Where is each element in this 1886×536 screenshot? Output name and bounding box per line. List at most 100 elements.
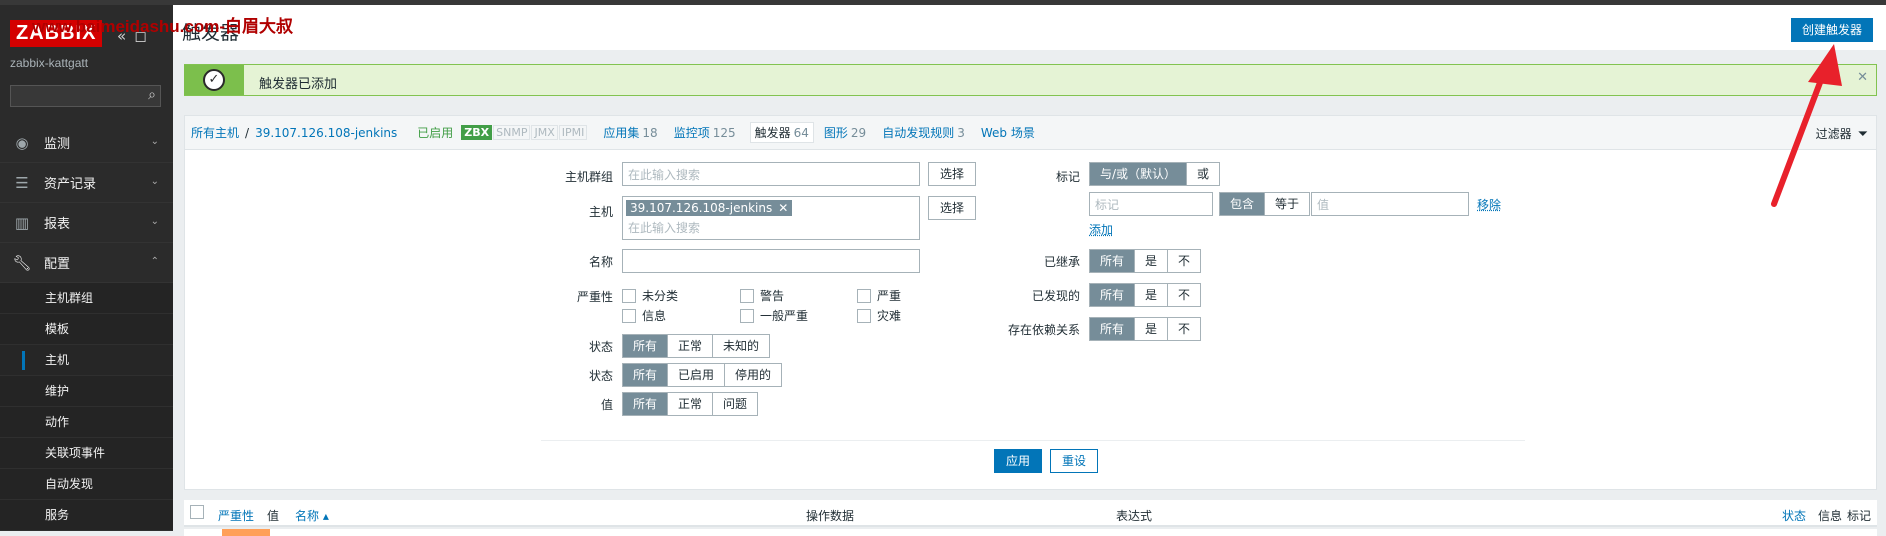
checkbox[interactable] <box>857 288 871 303</box>
submenu-item-host-groups[interactable]: 主机群组 <box>0 283 173 314</box>
severity-warning-checkbox[interactable]: 警告 <box>740 287 784 304</box>
severity-disaster-checkbox[interactable]: 灾难 <box>857 307 901 324</box>
add-tag-link[interactable]: 添加 <box>1089 221 1113 238</box>
checkbox-label: 警告 <box>760 289 785 303</box>
checkbox[interactable] <box>740 308 754 323</box>
checkbox[interactable] <box>740 288 754 303</box>
reset-button[interactable]: 重设 <box>1050 449 1098 473</box>
state-label: 状态 <box>588 340 613 354</box>
search-icon[interactable]: ⌕ <box>148 87 156 103</box>
tab-discovery-rules[interactable]: 自动发现规则 3 <box>882 124 965 141</box>
submenu-item-event-correlation[interactable]: 关联项事件 <box>0 438 173 469</box>
tab-applications[interactable]: 应用集 18 <box>603 124 657 141</box>
severity-not-classified-checkbox[interactable]: 未分类 <box>622 287 678 304</box>
value-option-ok[interactable]: 正常 <box>668 393 714 415</box>
jmx-availability-badge: JMX <box>531 125 558 140</box>
state-option-unknown[interactable]: 未知的 <box>713 335 769 357</box>
tag-name-input[interactable]: 标记 <box>1089 192 1213 216</box>
state-option-normal[interactable]: 正常 <box>668 335 714 357</box>
host-select-button[interactable]: 选择 <box>928 196 976 220</box>
severity-information-checkbox[interactable]: 信息 <box>622 307 666 324</box>
tag-value-input[interactable]: 值 <box>1311 192 1469 216</box>
server-name: zabbix-kattgatt <box>10 56 89 70</box>
host-status[interactable]: 已启用 <box>417 124 453 141</box>
menu-item-monitoring[interactable]: ◉ 监测 ⌄ <box>0 123 173 163</box>
inherited-option-all[interactable]: 所有 <box>1090 250 1136 272</box>
host-group-label: 主机群组 <box>564 170 613 184</box>
tab-count: 18 <box>642 126 658 140</box>
column-name[interactable]: 名称 ▴ <box>295 507 329 524</box>
host-multiselect[interactable]: 39.107.126.108-jenkins ✕ 在此输入搜索 <box>622 196 920 240</box>
menu-item-reports[interactable]: ▥ 报表 ⌄ <box>0 203 173 243</box>
checkbox[interactable] <box>622 288 636 303</box>
discovered-option-no[interactable]: 不 <box>1168 284 1200 306</box>
tab-count: 125 <box>712 126 736 140</box>
column-status[interactable]: 状态 <box>1782 507 1806 524</box>
status-option-enabled[interactable]: 已启用 <box>668 364 726 386</box>
table-row[interactable] <box>184 529 1877 536</box>
severity-average-checkbox[interactable]: 一般严重 <box>740 307 808 324</box>
menu-item-inventory[interactable]: ☰ 资产记录 ⌄ <box>0 163 173 203</box>
submenu-item-templates[interactable]: 模板 <box>0 314 173 345</box>
submenu-item-maintenance[interactable]: 维护 <box>0 376 173 407</box>
submenu-item-discovery[interactable]: 自动发现 <box>0 469 173 500</box>
breadcrumb: 所有主机 / 39.107.126.108-jenkins 已启用 ZBX SN… <box>185 116 1876 150</box>
remove-tag-link[interactable]: 移除 <box>1477 196 1501 213</box>
tag-mode-or[interactable]: 或 <box>1187 163 1219 185</box>
zabbix-logo[interactable]: ZABBIX <box>10 20 103 47</box>
kiosk-mode-icon[interactable]: ◻ <box>134 27 146 45</box>
select-all-checkbox[interactable] <box>190 505 204 519</box>
tab-label: 图形 <box>823 126 848 140</box>
inherited-option-yes[interactable]: 是 <box>1135 250 1169 272</box>
value-option-any[interactable]: 所有 <box>623 393 669 415</box>
dependency-option-yes[interactable]: 是 <box>1135 318 1169 340</box>
success-message-text: 触发器已添加 <box>259 77 338 92</box>
chart-icon: ▥ <box>14 213 30 232</box>
create-trigger-button[interactable]: 创建触发器 <box>1790 18 1873 42</box>
dependency-option-no[interactable]: 不 <box>1168 318 1200 340</box>
chevron-down-icon: ⌄ <box>150 216 159 227</box>
inherited-option-no[interactable]: 不 <box>1168 250 1200 272</box>
close-icon[interactable]: ✕ <box>1857 70 1868 85</box>
breadcrumb-host[interactable]: 39.107.126.108-jenkins <box>255 126 397 140</box>
submenu-item-hosts[interactable]: 主机 <box>0 345 173 376</box>
host-group-select-button[interactable]: 选择 <box>928 162 976 186</box>
submenu-item-services[interactable]: 服务 <box>0 500 173 531</box>
tab-graphs[interactable]: 图形 29 <box>824 124 866 141</box>
checkbox[interactable] <box>622 308 636 323</box>
apply-button[interactable]: 应用 <box>994 449 1042 473</box>
breadcrumb-all-hosts[interactable]: 所有主机 <box>191 124 239 141</box>
tag-mode-radio-group: 与/或（默认） 或 <box>1089 162 1221 186</box>
tab-web-scenarios[interactable]: Web 场景 <box>981 124 1035 141</box>
name-label: 名称 <box>588 255 613 269</box>
severity-high-checkbox[interactable]: 严重 <box>857 287 901 304</box>
sidebar-search-input[interactable]: ⌕ <box>10 85 161 107</box>
tab-items[interactable]: 监控项 125 <box>674 124 736 141</box>
collapse-sidebar-icon[interactable]: « <box>117 27 126 45</box>
chevron-down-icon: ⌄ <box>150 176 159 187</box>
tab-count: 29 <box>850 126 867 140</box>
remove-chip-icon[interactable]: ✕ <box>778 201 788 215</box>
host-label: 主机 <box>588 205 613 219</box>
name-input[interactable] <box>622 249 920 273</box>
status-option-disabled[interactable]: 停用的 <box>725 364 781 386</box>
tag-mode-and-or[interactable]: 与/或（默认） <box>1090 163 1188 185</box>
discovered-option-all[interactable]: 所有 <box>1090 284 1136 306</box>
filter-toggle[interactable]: 过滤器 ⏷ <box>1816 125 1868 142</box>
state-option-any[interactable]: 所有 <box>623 335 669 357</box>
menu-item-label: 报表 <box>44 217 71 232</box>
tab-triggers[interactable]: 触发器 64 <box>749 122 814 143</box>
tag-operator-equals[interactable]: 等于 <box>1265 193 1309 215</box>
checkbox[interactable] <box>857 308 871 323</box>
discovered-option-yes[interactable]: 是 <box>1135 284 1169 306</box>
value-option-problem[interactable]: 问题 <box>713 393 757 415</box>
submenu-item-actions[interactable]: 动作 <box>0 407 173 438</box>
funnel-icon: ⏷ <box>1857 127 1868 142</box>
dependency-option-all[interactable]: 所有 <box>1090 318 1136 340</box>
status-option-any[interactable]: 所有 <box>623 364 669 386</box>
host-group-input[interactable]: 在此输入搜索 <box>622 162 920 186</box>
tab-label: 监控项 <box>673 126 710 140</box>
tag-operator-contains[interactable]: 包含 <box>1220 193 1266 215</box>
column-severity[interactable]: 严重性 <box>218 507 254 524</box>
menu-item-configuration[interactable]: 🔧︎ 配置 ⌃ <box>0 243 173 283</box>
